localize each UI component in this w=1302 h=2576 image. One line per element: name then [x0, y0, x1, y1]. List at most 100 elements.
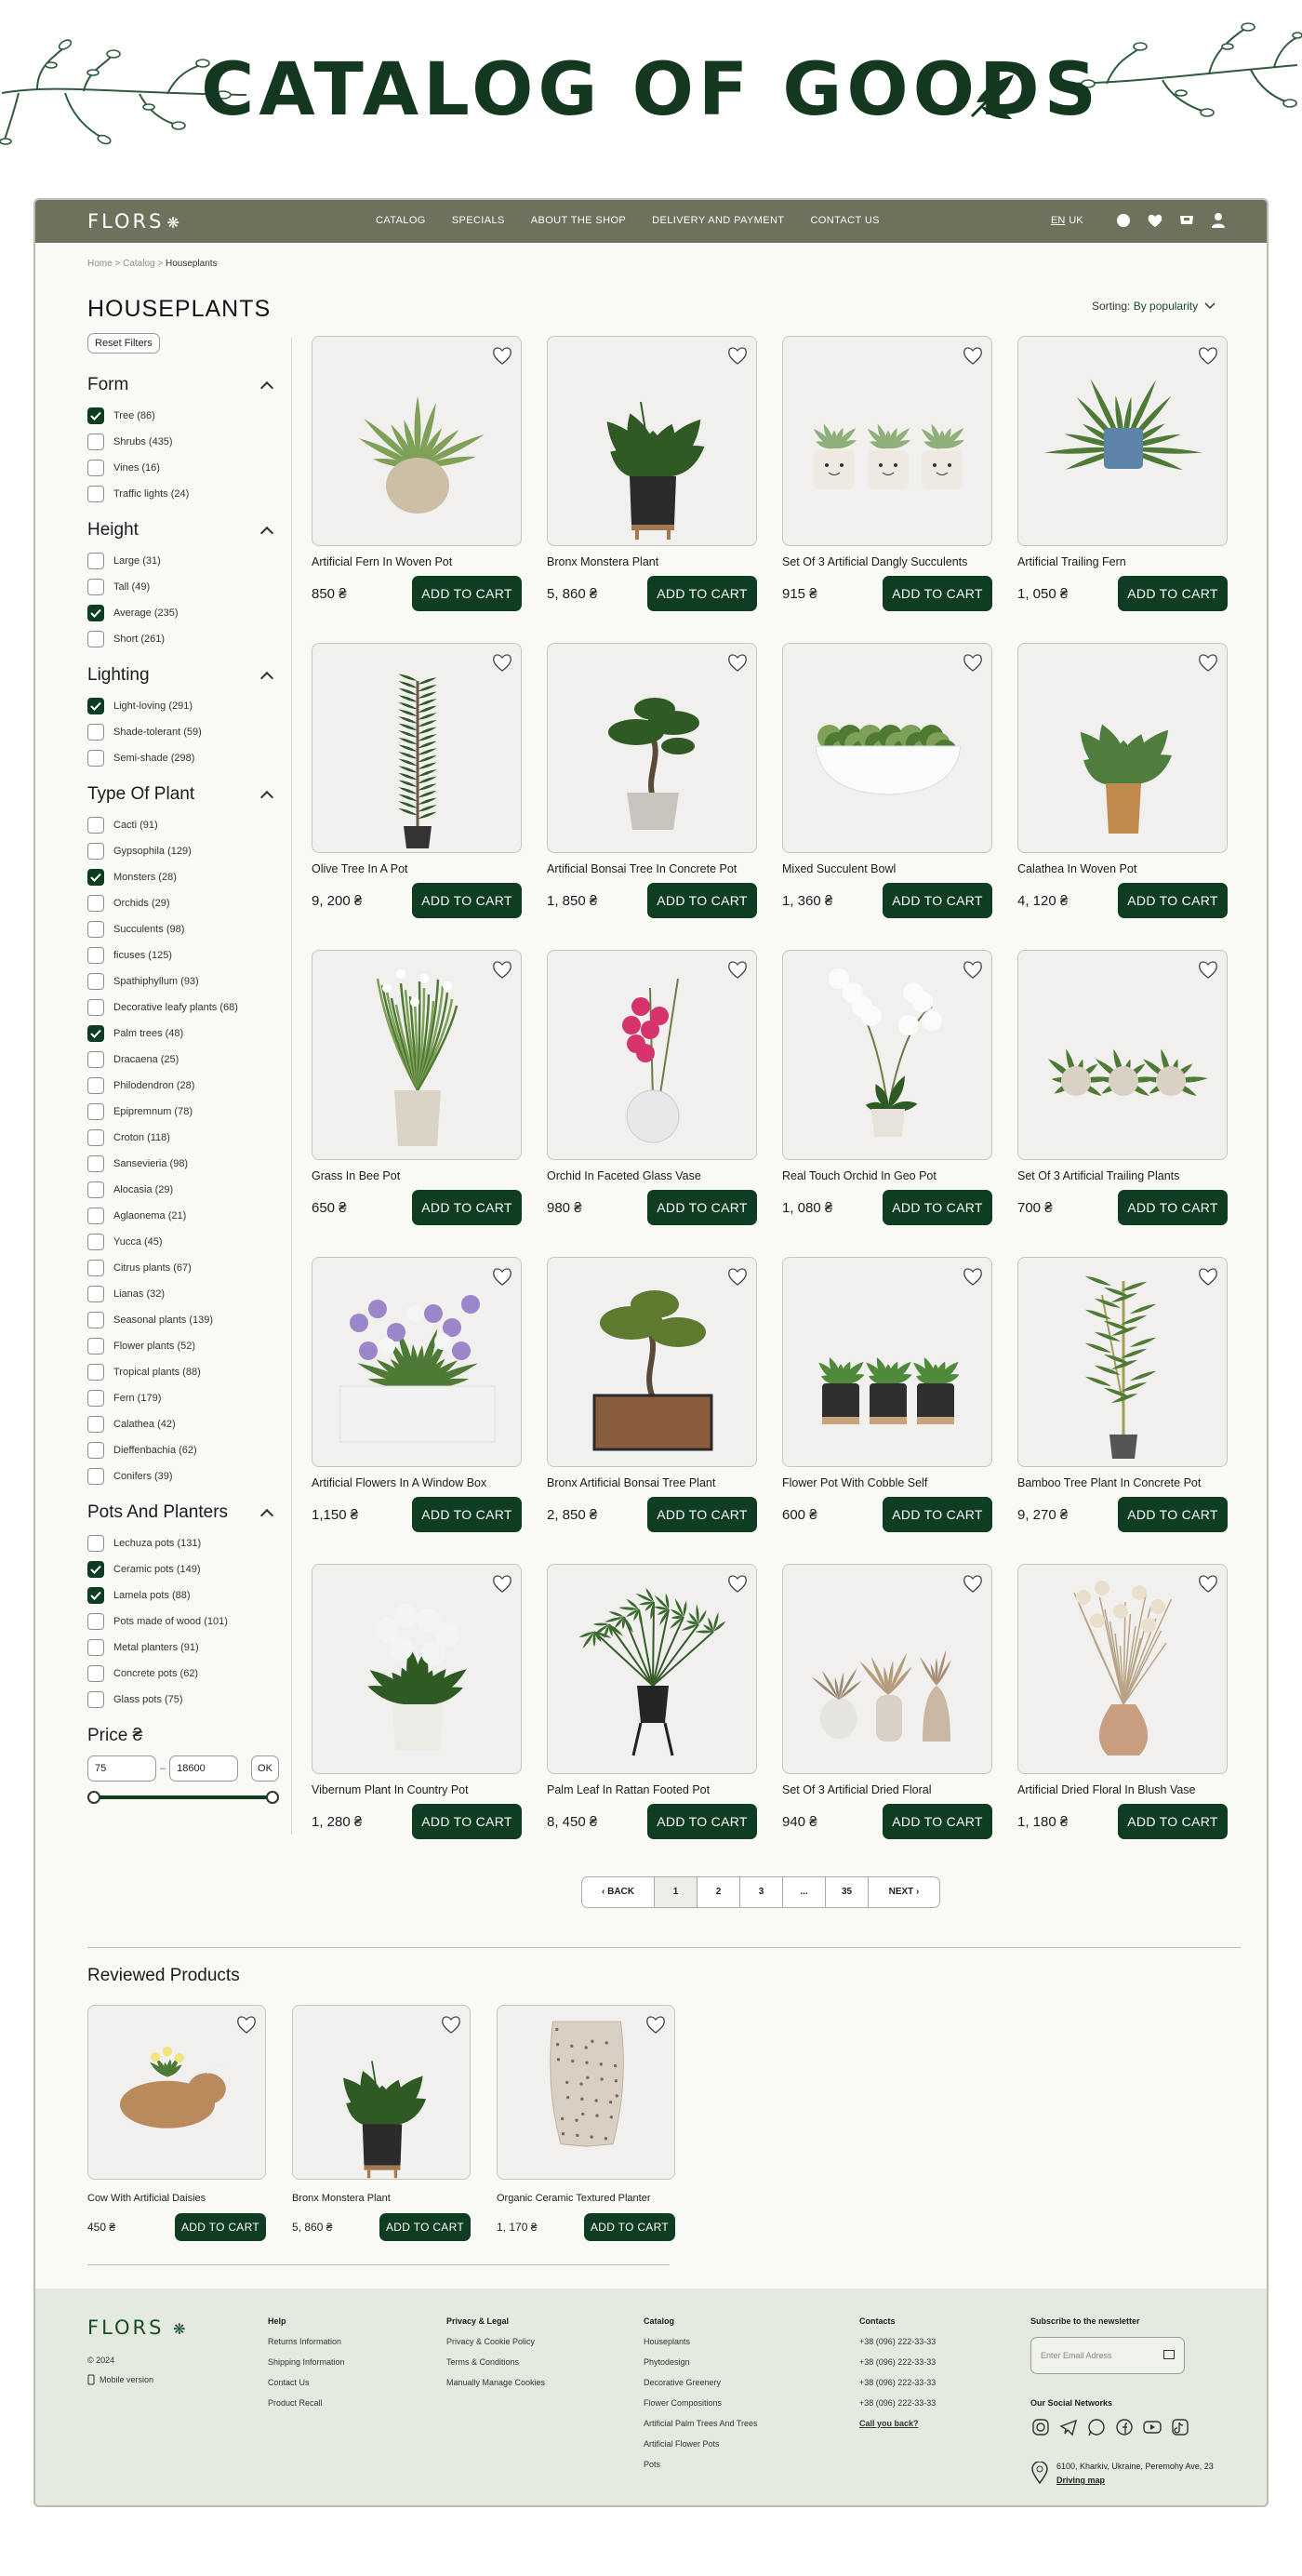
price-ok-button[interactable]: OK: [251, 1755, 279, 1782]
footer-link[interactable]: +38 (096) 222-33-33: [859, 2357, 936, 2378]
heart-icon[interactable]: [1146, 211, 1164, 230]
add-to-cart-button[interactable]: ADD TO CART: [883, 576, 992, 611]
product-image[interactable]: [782, 1564, 992, 1774]
site-logo[interactable]: FLORS ❋: [87, 210, 182, 233]
product-name[interactable]: Mixed Succulent Bowl: [782, 862, 992, 875]
footer-link[interactable]: Artificial Flower Pots: [644, 2439, 758, 2460]
filter-option[interactable]: Flower plants (52): [87, 1333, 279, 1359]
filter-option[interactable]: Fern (179): [87, 1385, 279, 1411]
product-card[interactable]: Artificial Trailing Fern 1, 050 ₴ ADD TO …: [1017, 336, 1228, 611]
checkbox[interactable]: [87, 1390, 104, 1407]
product-name[interactable]: Set Of 3 Artificial Dried Floral: [782, 1783, 992, 1796]
pagination-next-button[interactable]: NEXT ›: [869, 1877, 939, 1907]
product-card[interactable]: Artificial Flowers In A Window Box 1,150…: [312, 1257, 522, 1532]
filter-option[interactable]: Shade-tolerant (59): [87, 719, 279, 745]
add-to-cart-button[interactable]: ADD TO CART: [883, 883, 992, 918]
filter-option[interactable]: Metal planters (91): [87, 1635, 279, 1661]
tiktok-icon[interactable]: [1170, 2417, 1190, 2437]
chevron-up-icon[interactable]: [259, 790, 274, 805]
slider-max-handle[interactable]: [266, 1791, 279, 1804]
checkbox[interactable]: [87, 817, 104, 834]
product-name[interactable]: Artificial Fern In Woven Pot: [312, 555, 522, 568]
product-image[interactable]: [547, 643, 757, 853]
pagination-back-button[interactable]: ‹ BACK: [582, 1877, 655, 1907]
product-image[interactable]: [312, 336, 522, 546]
add-to-cart-button[interactable]: ADD TO CART: [1118, 1190, 1228, 1225]
checkbox[interactable]: [87, 460, 104, 476]
checkbox[interactable]: [87, 1312, 104, 1328]
product-image[interactable]: [782, 1257, 992, 1467]
product-image[interactable]: [312, 1257, 522, 1467]
footer-link[interactable]: Artificial Palm Trees And Trees: [644, 2419, 758, 2439]
footer-link[interactable]: +38 (096) 222-33-33: [859, 2337, 936, 2357]
instagram-icon[interactable]: [1030, 2417, 1051, 2437]
price-max-input[interactable]: 18600: [169, 1755, 239, 1782]
filter-option[interactable]: ficuses (125): [87, 942, 279, 968]
add-to-cart-button[interactable]: ADD TO CART: [412, 1804, 522, 1839]
footer-link[interactable]: Phytodesign: [644, 2357, 758, 2378]
add-to-cart-button[interactable]: ADD TO CART: [883, 1804, 992, 1839]
product-card[interactable]: Bronx Artificial Bonsai Tree Plant 2, 85…: [547, 1257, 757, 1532]
filter-group-header[interactable]: Height: [87, 513, 279, 548]
add-to-cart-button[interactable]: ADD TO CART: [412, 883, 522, 918]
filter-option[interactable]: Decorative leafy plants (68): [87, 994, 279, 1021]
footer-link[interactable]: Manually Manage Cookies: [446, 2378, 545, 2398]
checkbox[interactable]: [87, 724, 104, 741]
product-image[interactable]: [87, 2005, 266, 2180]
product-card[interactable]: Real Touch Orchid In Geo Pot 1, 080 ₴ ADD…: [782, 950, 992, 1225]
page-button[interactable]: 3: [740, 1877, 783, 1907]
chevron-up-icon[interactable]: [259, 671, 274, 686]
envelope-icon[interactable]: [1163, 2350, 1175, 2359]
filter-group-header[interactable]: Lighting: [87, 658, 279, 693]
nav-link-contact[interactable]: CONTACT US: [810, 215, 880, 226]
checkbox[interactable]: [87, 486, 104, 502]
filter-option[interactable]: Traffic lights (24): [87, 481, 279, 507]
product-name[interactable]: Bronx Monstera Plant: [292, 2193, 471, 2204]
product-card[interactable]: Bamboo Tree Plant In Concrete Pot 9, 270…: [1017, 1257, 1228, 1532]
checkbox[interactable]: [87, 843, 104, 860]
footer-link[interactable]: Pots: [644, 2460, 758, 2480]
breadcrumb-home[interactable]: Home: [87, 259, 113, 269]
search-icon[interactable]: [1114, 211, 1133, 230]
whatsapp-icon[interactable]: [1086, 2417, 1107, 2437]
checkbox[interactable]: [87, 1691, 104, 1708]
add-to-cart-button[interactable]: ADD TO CART: [412, 576, 522, 611]
checkbox[interactable]: [87, 895, 104, 912]
reviewed-product-card[interactable]: Cow With Artificial Daisies 450 ₴ ADD TO …: [87, 2005, 266, 2241]
add-to-cart-button[interactable]: ADD TO CART: [883, 1497, 992, 1532]
breadcrumb-catalog[interactable]: Catalog: [123, 259, 154, 269]
footer-link[interactable]: Flower Compositions: [644, 2398, 758, 2419]
filter-option[interactable]: Large (31): [87, 548, 279, 574]
checkbox[interactable]: [87, 1208, 104, 1224]
filter-option[interactable]: Orchids (29): [87, 890, 279, 916]
reset-filters-button[interactable]: Reset Filters: [87, 333, 160, 354]
checkbox[interactable]: [87, 1468, 104, 1485]
page-button-current[interactable]: 1: [655, 1877, 698, 1907]
product-image[interactable]: [497, 2005, 675, 2180]
product-name[interactable]: Organic Ceramic Textured Planter: [497, 2193, 675, 2204]
add-to-cart-button[interactable]: ADD TO CART: [412, 1190, 522, 1225]
checkbox[interactable]: [87, 407, 104, 424]
checkbox[interactable]: [87, 1665, 104, 1682]
product-name[interactable]: Set Of 3 Artificial Dangly Succulents: [782, 555, 992, 568]
checkbox[interactable]: [87, 1181, 104, 1198]
checkbox[interactable]: [87, 1561, 104, 1578]
product-image[interactable]: [547, 1257, 757, 1467]
checkbox[interactable]: [87, 1364, 104, 1381]
checkbox[interactable]: [87, 1442, 104, 1459]
product-image[interactable]: [1017, 643, 1228, 853]
product-image[interactable]: [1017, 950, 1228, 1160]
footer-link[interactable]: Contact Us: [268, 2378, 345, 2398]
add-to-cart-button[interactable]: ADD TO CART: [883, 1190, 992, 1225]
footer-logo[interactable]: FLORS ❋: [87, 2316, 189, 2339]
sorting-dropdown[interactable]: Sorting: By popularity: [1092, 300, 1216, 313]
checkbox[interactable]: [87, 869, 104, 886]
product-card[interactable]: Set Of 3 Artificial Trailing Plants 700 …: [1017, 950, 1228, 1225]
checkbox[interactable]: [87, 1587, 104, 1604]
filter-group-header[interactable]: Form: [87, 367, 279, 403]
filter-option[interactable]: Tree (86): [87, 403, 279, 429]
user-icon[interactable]: [1209, 211, 1228, 230]
product-card[interactable]: Mixed Succulent Bowl 1, 360 ₴ ADD TO CART: [782, 643, 992, 918]
checkbox[interactable]: [87, 698, 104, 714]
product-card[interactable]: Flower Pot With Cobble Self 600 ₴ ADD TO …: [782, 1257, 992, 1532]
